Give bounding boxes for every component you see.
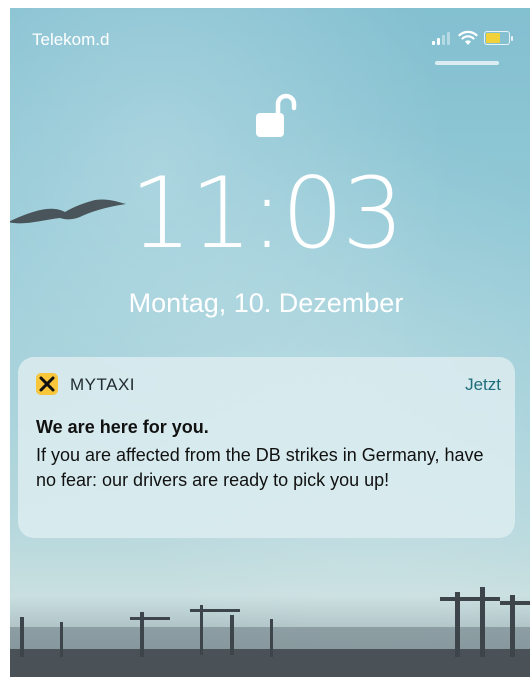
signal-icon	[432, 31, 452, 45]
lock-screen-time: 11:03	[129, 157, 404, 271]
harbor-skyline	[0, 587, 532, 677]
lock-screen-date: Montag, 10. Dezember	[128, 288, 404, 318]
notification-body: If you are affected from the DB strikes …	[36, 445, 484, 490]
notification-title: We are here for you.	[36, 417, 209, 437]
notification-card[interactable]: MYTAXI Jetzt We are here for you. If you…	[18, 357, 515, 538]
wifi-icon	[458, 30, 478, 45]
frame-border-left	[0, 0, 10, 677]
status-bar: Telekom.d	[32, 30, 513, 54]
frame-border-top	[0, 0, 532, 8]
control-center-indicator[interactable]	[435, 61, 499, 65]
status-icons	[432, 30, 513, 46]
mytaxi-app-icon	[36, 373, 58, 395]
battery-icon	[484, 31, 513, 45]
notification-time: Jetzt	[465, 375, 501, 394]
unlocked-padlock-icon	[256, 93, 297, 137]
carrier-label: Telekom.d	[32, 30, 110, 49]
notification-app-name: MYTAXI	[70, 375, 136, 394]
